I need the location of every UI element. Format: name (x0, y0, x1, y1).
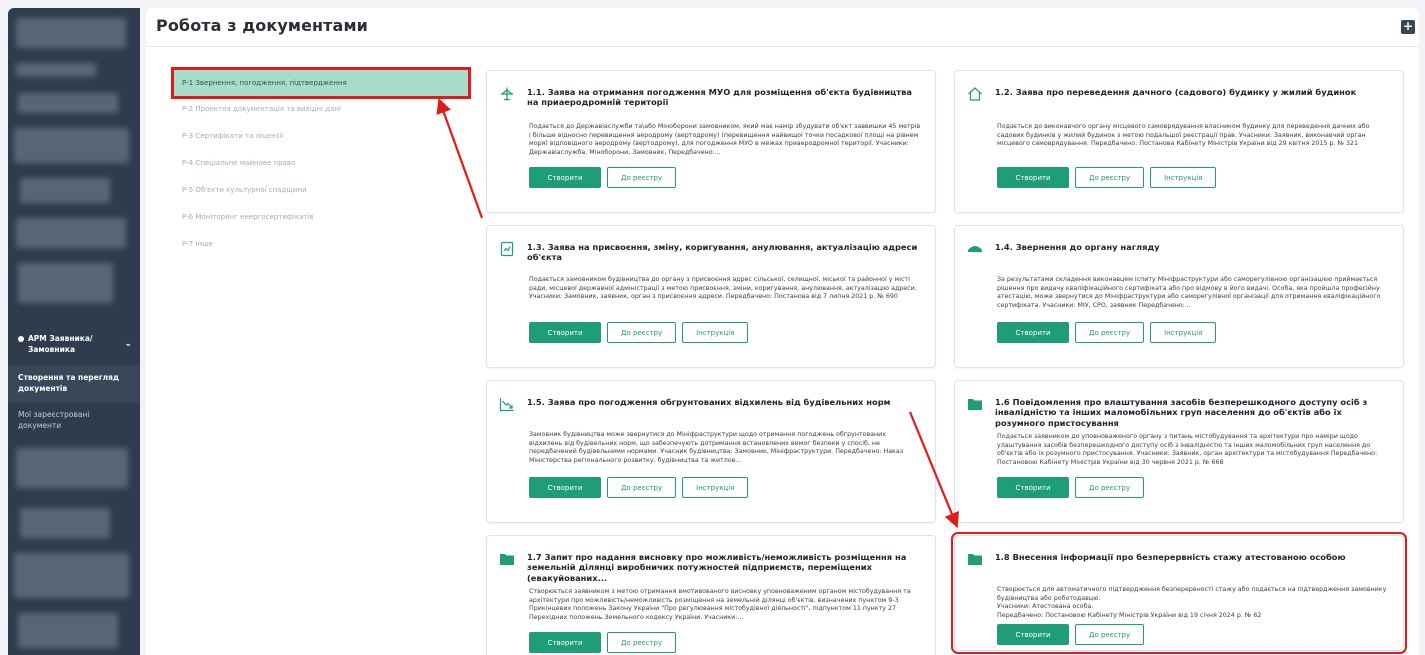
card-title: 1.3. Заява на присвоєння, зміну, коригув… (527, 242, 918, 263)
card-1-1: 1.1. Заява на отримання погодження МУО д… (486, 70, 936, 213)
card-title: 1.1. Заява на отримання погодження МУО д… (527, 87, 912, 108)
card-1-6: 1.6 Повідомлення про влаштування засобів… (954, 380, 1404, 523)
sidebar-menu: АРМ Заявника/ Замовника ⌄ Створення та п… (8, 324, 140, 439)
create-button[interactable]: Створити (529, 632, 601, 653)
card-title: 1.5. Заява про погодження обгрунтованих … (527, 397, 891, 407)
blurred-area (16, 448, 128, 488)
card-description: Замовник будівництва може звернутися до … (529, 431, 904, 465)
create-button[interactable]: Створити (997, 322, 1069, 343)
registry-button[interactable]: До реєстру (607, 167, 677, 188)
house-icon (967, 86, 983, 102)
registry-button[interactable]: До реєстру (1075, 167, 1145, 188)
registry-button[interactable]: До реєстру (1075, 322, 1145, 343)
blurred-area (16, 63, 96, 77)
card-buttons: Створити До реєстру (997, 477, 1145, 498)
card-buttons: Створити До реєстру Інструкція (997, 322, 1217, 343)
sidebar-apm-label: АРМ Заявника/ Замовника (28, 334, 93, 354)
sidebar-item-my-registered-documents[interactable]: Мої зареєстровані документи (8, 403, 140, 439)
create-button[interactable]: Створити (997, 624, 1069, 645)
card-1-2: 1.2. Заява про переведення дачного (садо… (954, 70, 1404, 213)
card-description: За результатами складення виконавцем ісп… (997, 276, 1381, 310)
registry-button[interactable]: До реєстру (607, 632, 677, 653)
registry-button[interactable]: До реєстру (607, 477, 677, 498)
instruction-button[interactable]: Інструкція (682, 477, 749, 498)
category-r2[interactable]: Р-2 Проектна документація та вихідні дан… (174, 96, 468, 123)
chat-bubble-icon (18, 336, 24, 342)
card-description: Створюється заявником з метою отримання … (529, 588, 911, 622)
card-buttons: Створити До реєстру (529, 632, 677, 653)
blurred-area (18, 613, 118, 648)
instruction-button[interactable]: Інструкція (1150, 167, 1217, 188)
chevron-down-icon[interactable]: ⌄ (124, 338, 132, 351)
card-1-4: 1.4. Звернення до органу нагляду За резу… (954, 225, 1404, 368)
category-r5[interactable]: Р-5 Об'єкти культурної спадщини (174, 177, 468, 204)
card-1-3: 1.3. Заява на присвоєння, зміну, коригув… (486, 225, 936, 368)
card-title: 1.8 Внесення інформації про безперервніс… (995, 552, 1346, 562)
sidebar-apm-toggle[interactable]: АРМ Заявника/ Замовника ⌄ (8, 324, 140, 365)
add-document-icon[interactable]: + (1401, 20, 1415, 34)
card-1-5: 1.5. Заява про погодження обгрунтованих … (486, 380, 936, 523)
blurred-area (14, 553, 129, 598)
registry-button[interactable]: До реєстру (1075, 624, 1145, 645)
registry-button[interactable]: До реєстру (1075, 477, 1145, 498)
chart-decline-icon (499, 396, 515, 412)
blurred-area (14, 128, 129, 163)
create-button[interactable]: Створити (997, 477, 1069, 498)
card-description: Подається замовником будівництва до орга… (529, 276, 917, 301)
blurred-area (16, 218, 126, 248)
instruction-button[interactable]: Інструкція (682, 322, 749, 343)
card-buttons: Створити До реєстру Інструкція (529, 477, 749, 498)
map-pin-document-icon (499, 241, 515, 257)
page-title: Робота з документами (156, 16, 368, 35)
main-panel: Робота з документами + Р-1 Звернення, по… (146, 8, 1419, 655)
card-title: 1.6 Повідомлення про влаштування засобів… (995, 397, 1368, 428)
card-buttons: Створити До реєстру (997, 624, 1145, 645)
create-button[interactable]: Створити (529, 322, 601, 343)
card-buttons: Створити До реєстру (529, 167, 677, 188)
card-title: 1.2. Заява про переведення дачного (садо… (995, 87, 1357, 97)
category-r4[interactable]: Р-4 Спеціальне майнове право (174, 150, 468, 177)
blurred-area (20, 508, 110, 538)
folder-icon (967, 551, 983, 567)
airplane-icon (499, 86, 515, 102)
blurred-area (20, 178, 110, 203)
sidebar: АРМ Заявника/ Замовника ⌄ Створення та п… (8, 8, 140, 655)
card-description: Подається заявником до уповноваженого ор… (997, 433, 1378, 467)
registry-button[interactable]: До реєстру (607, 322, 677, 343)
create-button[interactable]: Створити (529, 167, 601, 188)
category-r1[interactable]: Р-1 Звернення, погодження, підтвердження (171, 67, 471, 99)
inspector-cap-icon (967, 241, 983, 257)
folder-icon (499, 551, 515, 567)
card-1-7: 1.7 Запит про надання висновку про можли… (486, 535, 936, 655)
create-button[interactable]: Створити (529, 477, 601, 498)
category-r7[interactable]: Р-7 Інше (174, 231, 468, 258)
card-description: Створюється для автоматичного підтвердже… (997, 586, 1387, 620)
sidebar-item-create-view-documents[interactable]: Створення та перегляд документів (8, 365, 140, 403)
instruction-button[interactable]: Інструкція (1150, 322, 1217, 343)
category-list: Р-1 Звернення, погодження, підтвердження… (171, 67, 471, 258)
blurred-logo (16, 18, 126, 48)
card-description: Подається до виконавчого органу місцевог… (997, 123, 1370, 148)
card-title: 1.4. Звернення до органу нагляду (995, 242, 1160, 252)
blurred-area (18, 93, 118, 113)
category-r3[interactable]: Р-3 Сертифікати та ліцензії (174, 123, 468, 150)
card-description: Подається до Державіаслужби та\або Міноб… (529, 123, 921, 157)
create-button[interactable]: Створити (997, 167, 1069, 188)
card-buttons: Створити До реєстру Інструкція (997, 167, 1217, 188)
card-buttons: Створити До реєстру Інструкція (529, 322, 749, 343)
folder-icon (967, 396, 983, 412)
card-1-8: 1.8 Внесення інформації про безперервніс… (951, 532, 1407, 654)
divider (146, 46, 1419, 47)
blurred-area (18, 263, 113, 303)
card-title: 1.7 Запит про надання висновку про можли… (527, 552, 907, 583)
category-r6[interactable]: Р-6 Моніторинг енергосертифікатів (174, 204, 468, 231)
